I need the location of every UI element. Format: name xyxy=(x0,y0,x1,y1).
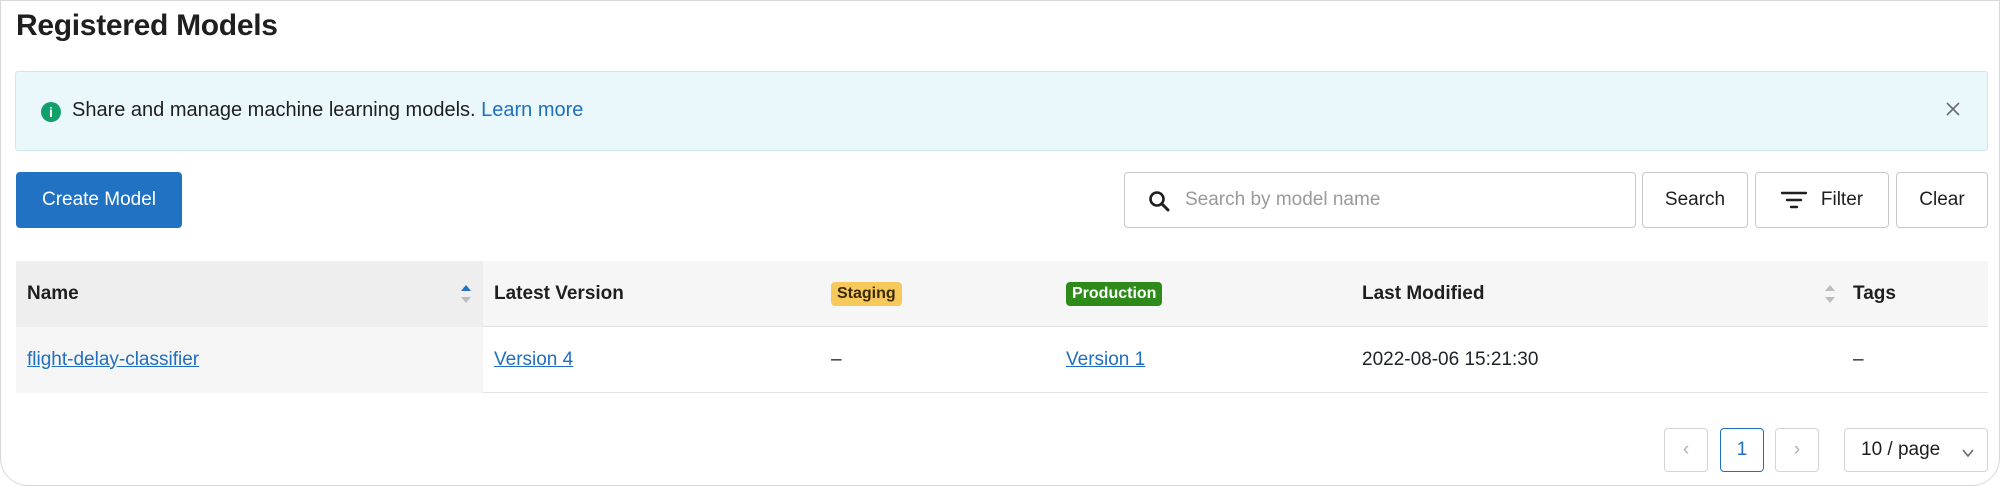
search-box xyxy=(1124,172,1636,228)
create-model-button[interactable]: Create Model xyxy=(16,172,182,228)
table-header: Name Latest Version Staging Production L… xyxy=(16,261,1988,327)
column-header-last-modified[interactable]: Last Modified xyxy=(1362,261,1484,327)
close-icon[interactable] xyxy=(1941,97,1965,121)
page-1-button[interactable]: 1 xyxy=(1720,428,1764,472)
info-icon: i xyxy=(41,102,61,122)
column-header-production: Production xyxy=(1066,261,1163,327)
clear-button[interactable]: Clear xyxy=(1896,172,1988,228)
page-title: Registered Models xyxy=(16,9,278,42)
sort-icon[interactable] xyxy=(1823,283,1837,305)
tags-value: – xyxy=(1853,349,1864,370)
production-version-link[interactable]: Version 1 xyxy=(1066,349,1145,371)
banner-text: Share and manage machine learning models… xyxy=(72,99,476,121)
latest-version-link[interactable]: Version 4 xyxy=(494,349,573,371)
staging-value: – xyxy=(831,349,842,370)
banner-message: Share and manage machine learning models… xyxy=(72,99,583,122)
registered-models-page: Registered Models i Share and manage mac… xyxy=(0,0,2000,486)
sort-icon[interactable] xyxy=(459,283,473,305)
models-table: Name Latest Version Staging Production L… xyxy=(16,261,1988,393)
column-header-staging: Staging xyxy=(831,261,902,327)
name-column-header-bg xyxy=(16,261,483,327)
page-size-value: 10 / page xyxy=(1861,439,1941,460)
search-input[interactable] xyxy=(1185,173,1625,227)
filter-icon xyxy=(1780,190,1808,210)
previous-page-button[interactable]: ‹ xyxy=(1664,428,1708,472)
column-header-latest-version: Latest Version xyxy=(494,283,624,304)
filter-button-label: Filter xyxy=(1820,189,1864,210)
next-page-button[interactable]: › xyxy=(1775,428,1819,472)
table-row: flight-delay-classifier Version 4 – Vers… xyxy=(16,327,1988,393)
page-size-select[interactable]: 10 / page xyxy=(1844,428,1988,472)
learn-more-link[interactable]: Learn more xyxy=(481,99,583,121)
chevron-down-icon xyxy=(1961,444,1975,458)
filter-button[interactable]: Filter xyxy=(1755,172,1889,228)
production-badge: Production xyxy=(1066,282,1163,306)
column-header-name[interactable]: Name xyxy=(27,261,79,327)
search-button[interactable]: Search xyxy=(1642,172,1748,228)
model-name-link[interactable]: flight-delay-classifier xyxy=(27,349,199,371)
info-banner: i Share and manage machine learning mode… xyxy=(15,71,1988,151)
last-modified-value: 2022-08-06 15:21:30 xyxy=(1362,349,1539,370)
staging-badge: Staging xyxy=(831,282,902,306)
column-header-tags: Tags xyxy=(1853,283,1896,304)
search-icon xyxy=(1147,189,1171,213)
